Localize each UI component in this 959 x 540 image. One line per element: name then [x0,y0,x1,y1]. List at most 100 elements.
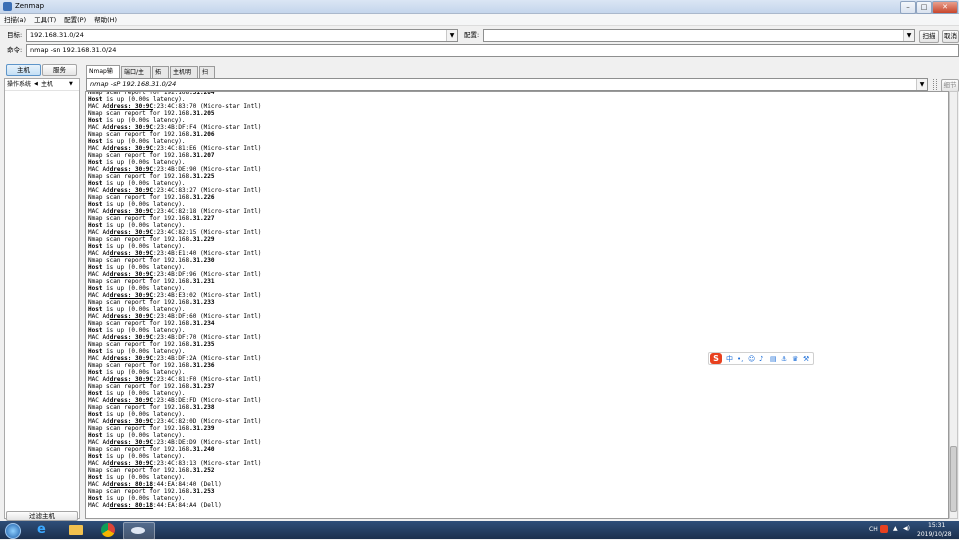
wrench-icon[interactable]: ⚒ [803,354,809,364]
chevron-down-icon[interactable]: ▼ [916,79,927,90]
minimize-button[interactable]: – [900,1,916,14]
output-line: Nmap scan report for 192.168.31.234 [88,320,215,327]
output-line: Host is up (0.00s latency). [88,306,186,313]
output-line: Host is up (0.00s latency). [88,390,186,397]
clock-date[interactable]: 2019/10/28 [917,531,952,538]
title-bar: Zenmap – □ ✕ [0,0,959,14]
output-line: Nmap scan report for 192.168.31.227 [88,215,215,222]
punctuation-icon[interactable]: •, [737,354,743,364]
menu-bar: 扫描(a) 工具(T) 配置(P) 帮助(H) [0,14,959,26]
close-button[interactable]: ✕ [932,1,958,14]
output-line: MAC Address: 30:9C:23:4C:82:15 (Micro-st… [88,229,262,236]
taskbar-zenmap[interactable] [123,522,155,540]
output-line: Nmap scan report for 192.168.31.238 [88,404,215,411]
output-line: Host is up (0.00s latency). [88,285,186,292]
output-line: MAC Address: 30:9C:23:4B:E3:02 (Micro-st… [88,292,262,299]
output-line: Nmap scan report for 192.168.31.236 [88,362,215,369]
zenmap-app-icon [3,2,12,11]
output-line: Nmap scan report for 192.168.31.230 [88,257,215,264]
taskbar-explorer[interactable] [61,522,91,538]
start-button[interactable] [2,522,24,539]
output-line: MAC Address: 30:9C:23:4C:81:F0 (Micro-st… [88,376,262,383]
output-line: Nmap scan report for 192.168.31.229 [88,236,215,243]
input-language[interactable]: CH [869,526,878,533]
output-line: MAC Address: 30:9C:23:4C:83:13 (Micro-st… [88,460,262,467]
target-value: 192.168.31.0/24 [30,31,84,39]
cancel-button[interactable]: 取消 [942,30,959,43]
menu-scan[interactable]: 扫描(a) [0,14,30,26]
scan-button[interactable]: 扫描 [919,30,939,43]
output-line: Nmap scan report for 192.168.31.233 [88,299,215,306]
target-label: 目标: [7,31,23,39]
emoji-icon[interactable]: ☺ [748,354,755,364]
os-column-header[interactable]: 操作系统 [7,79,31,90]
drag-handle-icon[interactable] [933,79,937,90]
tab-nmap-output[interactable]: Nmap输出 [86,65,120,86]
output-line: MAC Address: 80:18:44:EA:84:A4 (Dell) [88,502,222,509]
nmap-output-text[interactable]: Nmap scan report for 192.168.31.204 Host … [85,91,949,519]
output-line: Host is up (0.00s latency). [88,222,186,229]
skin-icon[interactable]: ♛ [792,354,798,364]
output-line: Nmap scan report for 192.168.31.206 [88,131,215,138]
host-column-header[interactable]: 主机 [41,79,53,90]
output-line: MAC Address: 30:9C:23:4B:DF:60 (Micro-st… [88,313,262,320]
services-toggle-button[interactable]: 服务 [42,64,77,76]
output-lines: Nmap scan report for 192.168.31.204 Host … [88,92,262,509]
keyboard-icon[interactable]: ▤ [770,354,777,364]
output-line: Host is up (0.00s latency). [88,138,186,145]
command-value: nmap -sn 192.168.31.0/24 [30,46,117,54]
output-line: Host is up (0.00s latency). [88,180,186,187]
profile-label: 配置: [464,31,480,39]
toolbox-icon[interactable]: ⚓ [781,354,787,364]
sogou-logo-icon[interactable]: S [710,353,722,364]
taskbar-ie[interactable]: e [29,522,59,538]
output-line: MAC Address: 30:9C:23:4B:DE:90 (Micro-st… [88,166,262,173]
target-combobox[interactable]: 192.168.31.0/24 ▼ [26,29,458,42]
ime-chinese-mode[interactable]: 中 [726,354,733,364]
menu-help[interactable]: 帮助(H) [90,14,121,26]
chevron-down-icon[interactable]: ▼ [446,30,457,41]
output-line: MAC Address: 30:9C:23:4C:83:70 (Micro-st… [88,103,262,110]
output-line: Nmap scan report for 192.168.31.239 [88,425,215,432]
sogou-tray-icon[interactable] [880,525,888,533]
profile-combobox[interactable]: ▼ [483,29,915,42]
tab-host-details[interactable]: 主机明细 [170,66,198,87]
taskbar-chrome[interactable] [93,522,123,538]
menu-profile[interactable]: 配置(P) [60,14,90,26]
tray-expand-icon[interactable]: ▲ [893,525,898,532]
output-scrollbar-thumb[interactable] [950,446,957,512]
window-title: Zenmap [15,2,45,10]
folder-icon [69,525,83,535]
output-line: Host is up (0.00s latency). [88,264,186,271]
ime-toolbar[interactable]: S 中 •, ☺ ♪ ▤ ⚓ ♛ ⚒ [708,352,814,365]
sort-arrow-icon: ◀ [34,81,38,87]
output-line: Nmap scan report for 192.168.31.205 [88,110,215,117]
volume-icon[interactable]: ◀) [903,525,910,532]
output-line: Host is up (0.00s latency). [88,327,186,334]
tab-ports-hosts[interactable]: 端口/主机 [121,66,151,87]
command-input[interactable]: nmap -sn 192.168.31.0/24 [26,44,959,57]
output-line: Host is up (0.00s latency). [88,348,186,355]
output-line: Nmap scan report for 192.168.31.207 [88,152,215,159]
output-line: MAC Address: 30:9C:23:4B:E1:40 (Micro-st… [88,250,262,257]
chevron-down-icon[interactable]: ▼ [903,30,914,41]
output-line: MAC Address: 30:9C:23:4C:81:E6 (Micro-st… [88,145,262,152]
output-line: MAC Address: 80:18:44:EA:84:40 (Dell) [88,481,222,488]
maximize-button[interactable]: □ [916,1,932,14]
tab-scans[interactable]: 扫描 [199,66,215,87]
output-scan-selector[interactable]: nmap -sP 192.168.31.0/24 ▼ [86,78,928,91]
output-line: Host is up (0.00s latency). [88,369,186,376]
chrome-icon [101,523,115,537]
output-line: Host is up (0.00s latency). [88,495,186,502]
microphone-icon[interactable]: ♪ [759,354,763,364]
host-list-pane: 操作系统 ◀ 主机 ▼ [4,78,80,519]
clock-time[interactable]: 15:31 [928,522,945,529]
tab-topology[interactable]: 拓扑 [152,66,169,87]
output-line: MAC Address: 30:9C:23:4B:DE:D9 (Micro-st… [88,439,262,446]
filter-hosts-button[interactable]: 过滤主机 [6,511,78,521]
menu-tools[interactable]: 工具(T) [30,14,60,26]
hosts-toggle-button[interactable]: 主机 [6,64,41,76]
chevron-down-icon[interactable]: ▼ [69,79,73,90]
output-line: Nmap scan report for 192.168.31.231 [88,278,215,285]
output-line: Host is up (0.00s latency). [88,201,186,208]
